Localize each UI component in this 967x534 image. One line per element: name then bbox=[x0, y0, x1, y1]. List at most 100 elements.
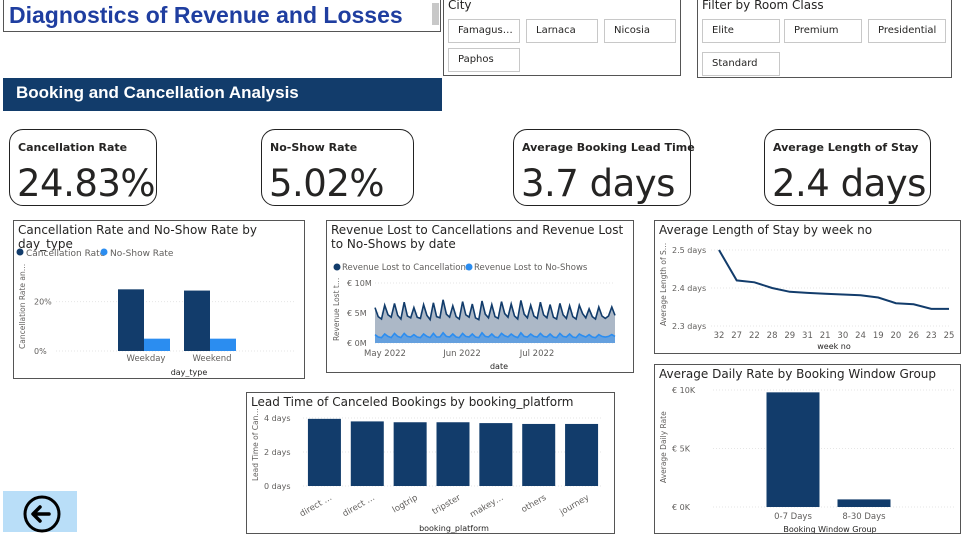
city-option-larnaca[interactable]: Larnaca bbox=[526, 19, 598, 43]
y-tick-label: € 10K bbox=[672, 386, 696, 395]
y-tick-label: € 0M bbox=[347, 339, 367, 348]
bar-tripster bbox=[436, 422, 470, 486]
chart-card-stay-by-week: Average Length of Stay by week no Averag… bbox=[654, 220, 961, 354]
x-tick-label: direct … bbox=[341, 493, 377, 519]
y-axis-label: Average Length of S… bbox=[659, 243, 668, 326]
y-tick-label: € 0K bbox=[672, 503, 691, 512]
bar-cancellation-rate-weekday bbox=[118, 289, 144, 351]
kpi-label: Average Length of Stay bbox=[773, 141, 919, 154]
x-tick-label: 27 bbox=[731, 331, 742, 341]
chart-card-cancellation-daytype: Cancellation Rate and No-Show Rate by da… bbox=[13, 220, 305, 379]
kpi-no-show-rate: No-Show Rate 5.02% bbox=[261, 129, 414, 206]
chart-svg-stay-by-week: Average Length of S… week no 2.3 days 2.4… bbox=[659, 243, 955, 351]
y-tick-label: 2.4 days bbox=[672, 284, 706, 293]
y-axis-label: Lead Time of Can… bbox=[251, 409, 260, 481]
chart-title: Average Length of Stay by week no bbox=[659, 223, 873, 237]
x-tick-label: 25 bbox=[944, 331, 955, 341]
y-tick-label: 2 days bbox=[264, 448, 291, 457]
chart-title: Lead Time of Canceled Bookings by bookin… bbox=[251, 395, 574, 409]
x-tick-label: 8-30 Days bbox=[842, 512, 886, 522]
section-banner: Booking and Cancellation Analysis bbox=[3, 78, 442, 111]
bar-no-show-rate-weekday bbox=[144, 338, 170, 351]
x-tick-label: 20 bbox=[891, 331, 902, 341]
chart-title: Revenue Lost to Cancellations and Revenu… bbox=[331, 223, 624, 251]
x-tick-label: 21 bbox=[820, 331, 831, 341]
bar-makey- bbox=[479, 423, 513, 486]
x-tick-label: 22 bbox=[749, 331, 760, 341]
y-tick-label: 4 days bbox=[264, 414, 291, 423]
x-tick-label: Jun 2022 bbox=[442, 349, 481, 359]
chart-card-leadtime-platform: Lead Time of Canceled Bookings by bookin… bbox=[246, 392, 615, 534]
x-tick-label: makey… bbox=[468, 493, 505, 520]
x-tick-label: tripster bbox=[431, 493, 463, 517]
back-button[interactable] bbox=[3, 491, 77, 533]
y-tick-label: 2.5 days bbox=[672, 246, 706, 255]
chart-title: Average Daily Rate by Booking Window Gro… bbox=[659, 367, 937, 381]
x-axis-label: date bbox=[490, 362, 508, 371]
room-class-slicer: Filter by Room Class Elite Premium Presi… bbox=[697, 0, 952, 78]
legend-marker-noshows bbox=[465, 263, 473, 271]
city-option-nicosia[interactable]: Nicosia bbox=[604, 19, 676, 43]
x-tick-label: 24 bbox=[855, 331, 866, 341]
legend-label-noshow: No-Show Rate bbox=[110, 249, 174, 259]
city-option-paphos[interactable]: Paphos bbox=[448, 48, 520, 72]
legend-marker-cancellation bbox=[16, 248, 24, 256]
city-slicer: City Famagus… Larnaca Nicosia Paphos bbox=[443, 0, 681, 76]
bar-cancellation-rate-weekend bbox=[184, 290, 210, 351]
city-slicer-title: City bbox=[448, 0, 472, 12]
y-tick-label: € 10M bbox=[347, 279, 372, 288]
x-tick-label: 19 bbox=[873, 331, 884, 341]
y-axis-label: Cancellation Rate an… bbox=[18, 264, 27, 349]
y-tick-label: 0% bbox=[34, 347, 47, 356]
x-tick-label: 32 bbox=[714, 331, 725, 341]
report-title-box: Diagnostics of Revenue and Losses bbox=[3, 0, 441, 32]
x-tick-label: Weekday bbox=[127, 354, 166, 364]
room-option-presidential[interactable]: Presidential bbox=[868, 19, 946, 43]
city-option-famagusta[interactable]: Famagus… bbox=[448, 19, 520, 43]
x-tick-label: May 2022 bbox=[364, 349, 406, 359]
kpi-label: Cancellation Rate bbox=[18, 141, 128, 154]
chart-svg-leadtime-platform: Lead Time of Can… booking_platform 0 day… bbox=[251, 409, 603, 533]
legend-label-cancellation: Cancellation Rate bbox=[26, 249, 106, 259]
x-tick-label: 23 bbox=[926, 331, 937, 341]
x-tick-label: 30 bbox=[837, 331, 848, 341]
bar-8-30-days bbox=[837, 499, 891, 507]
x-tick-label: direct … bbox=[298, 493, 334, 519]
kpi-label: No-Show Rate bbox=[270, 141, 358, 154]
legend-marker-noshow bbox=[100, 248, 108, 256]
x-tick-label: 26 bbox=[908, 331, 919, 341]
y-tick-label: 20% bbox=[34, 298, 52, 307]
x-tick-label: 31 bbox=[802, 331, 813, 341]
kpi-cancellation-rate: Cancellation Rate 24.83% bbox=[9, 129, 157, 206]
room-class-slicer-title: Filter by Room Class bbox=[702, 0, 824, 12]
kpi-avg-length-of-stay: Average Length of Stay 2.4 days bbox=[764, 129, 931, 206]
report-title: Diagnostics of Revenue and Losses bbox=[9, 2, 403, 28]
chart-svg-adr-window: Average Daily Rate Booking Window Group … bbox=[659, 386, 955, 533]
kpi-value: 3.7 days bbox=[521, 162, 675, 205]
scroll-handle[interactable] bbox=[432, 3, 439, 25]
room-option-premium[interactable]: Premium bbox=[784, 19, 862, 43]
y-axis-label: Average Daily Rate bbox=[659, 411, 668, 483]
legend-label-noshows: Revenue Lost to No-Shows bbox=[474, 263, 588, 273]
chart-card-adr-window: Average Daily Rate by Booking Window Gro… bbox=[654, 364, 961, 534]
room-option-elite[interactable]: Elite bbox=[702, 19, 780, 43]
x-tick-label: logtrip bbox=[391, 493, 420, 515]
arrow-left-circle-icon bbox=[23, 495, 61, 533]
x-tick-label: journey bbox=[558, 493, 592, 518]
x-tick-label: 28 bbox=[767, 331, 778, 341]
bar-0-7-days bbox=[766, 392, 820, 507]
y-tick-label: € 5K bbox=[672, 445, 691, 454]
kpi-value: 2.4 days bbox=[772, 162, 926, 205]
x-tick-label: others bbox=[520, 493, 549, 515]
y-axis-label: Revenue Lost t… bbox=[332, 278, 341, 341]
x-tick-label: Jul 2022 bbox=[519, 349, 555, 359]
room-option-standard[interactable]: Standard bbox=[702, 52, 780, 76]
bar-no-show-rate-weekend bbox=[210, 338, 236, 351]
bar-direct- bbox=[307, 418, 341, 486]
kpi-value: 5.02% bbox=[269, 162, 385, 205]
bar-direct- bbox=[350, 421, 384, 486]
y-tick-label: € 5M bbox=[347, 309, 367, 318]
y-tick-label: 0 days bbox=[264, 482, 291, 491]
x-tick-label: 0-7 Days bbox=[774, 512, 812, 522]
x-axis-label: week no bbox=[817, 342, 851, 351]
